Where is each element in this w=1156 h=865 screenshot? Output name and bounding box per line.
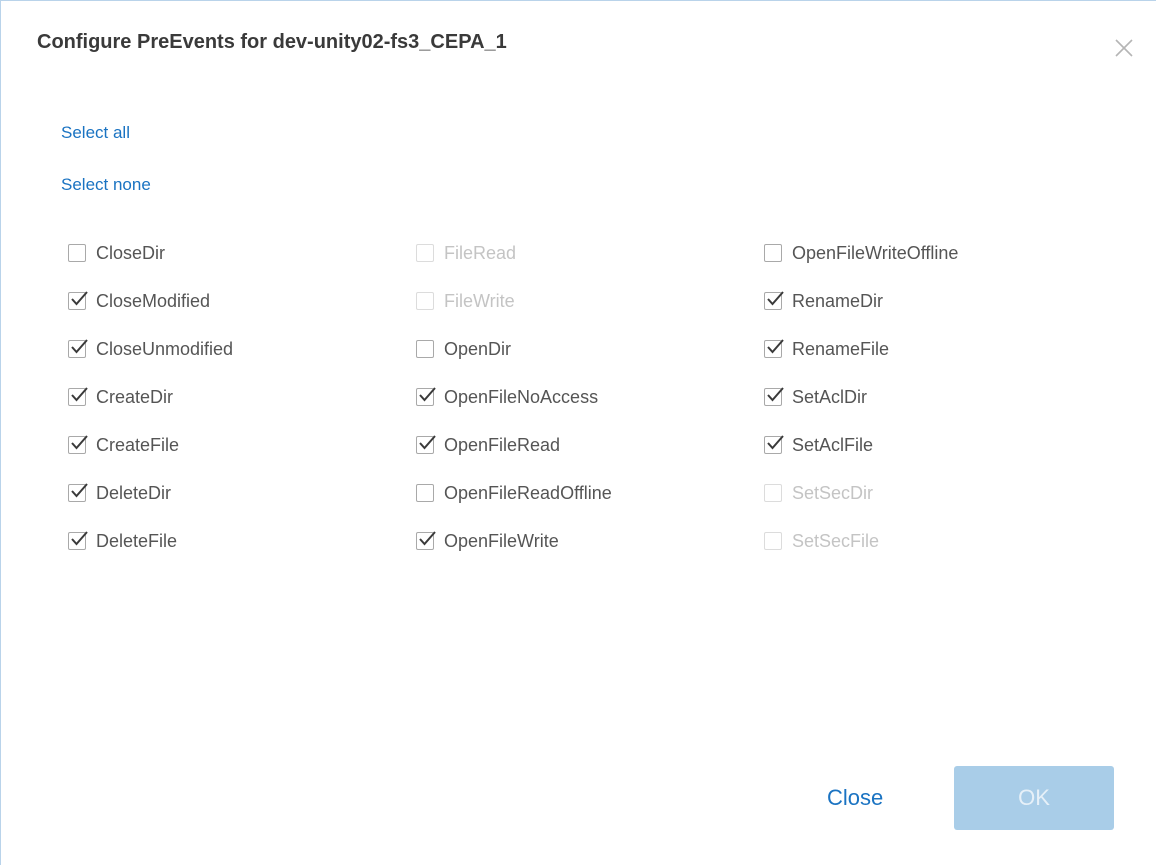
checkbox-label: CloseModified — [96, 290, 211, 311]
checkbox-row: DeleteDir OpenFileReadOffline SetSecDir — [68, 469, 1128, 517]
checkbox-checked-icon[interactable] — [68, 435, 88, 454]
checkbox-unchecked-icon — [416, 292, 434, 310]
checkbox-label: FileRead — [444, 242, 517, 263]
event-checkbox-filewrite: FileWrite — [416, 291, 764, 312]
checkbox-checked-icon[interactable] — [764, 435, 784, 454]
event-checkbox-openfilereadoffline[interactable]: OpenFileReadOffline — [416, 483, 764, 504]
event-checkbox-openfilewriteoffline[interactable]: OpenFileWriteOffline — [764, 243, 1104, 264]
event-checkbox-setaclfile[interactable]: SetAclFile — [764, 435, 1104, 456]
checkbox-label: OpenFileWrite — [444, 530, 559, 551]
select-all-link[interactable]: Select all — [61, 123, 130, 143]
event-checkbox-deletefile[interactable]: DeleteFile — [68, 531, 416, 552]
checkbox-row: CreateDir OpenFileNoAccess SetAclDir — [68, 373, 1128, 421]
ok-button[interactable]: OK — [954, 766, 1114, 830]
checkbox-label: OpenDir — [444, 338, 512, 359]
event-checkbox-closeunmodified[interactable]: CloseUnmodified — [68, 339, 416, 360]
event-checkbox-renamefile[interactable]: RenameFile — [764, 339, 1104, 360]
checkbox-checked-icon[interactable] — [68, 483, 88, 502]
event-checkbox-deletedir[interactable]: DeleteDir — [68, 483, 416, 504]
checkbox-unchecked-icon[interactable] — [416, 340, 434, 358]
checkbox-unchecked-icon — [764, 532, 782, 550]
close-x-icon[interactable] — [1113, 37, 1135, 59]
checkbox-label: CloseUnmodified — [96, 338, 234, 359]
checkbox-unchecked-icon[interactable] — [764, 244, 782, 262]
checkbox-label: OpenFileRead — [444, 434, 561, 455]
event-checkbox-grid: CloseDir FileRead OpenFileWriteOffline Clos… — [68, 229, 1128, 565]
checkbox-label: OpenFileNoAccess — [444, 386, 599, 407]
checkbox-row: CreateFile OpenFileRead SetAclFile — [68, 421, 1128, 469]
checkbox-unchecked-icon[interactable] — [416, 484, 434, 502]
checkbox-row: DeleteFile OpenFileWrite SetSecFile — [68, 517, 1128, 565]
event-checkbox-createfile[interactable]: CreateFile — [68, 435, 416, 456]
event-checkbox-opendir[interactable]: OpenDir — [416, 339, 764, 360]
event-checkbox-fileread: FileRead — [416, 243, 764, 264]
close-button[interactable]: Close — [827, 785, 883, 811]
checkbox-checked-icon[interactable] — [764, 339, 784, 358]
checkbox-checked-icon[interactable] — [416, 435, 436, 454]
checkbox-label: SetSecFile — [792, 530, 880, 551]
checkbox-unchecked-icon[interactable] — [68, 244, 86, 262]
checkbox-label: RenameDir — [792, 290, 884, 311]
checkbox-checked-icon[interactable] — [416, 531, 436, 550]
checkbox-row: CloseUnmodified OpenDir RenameFile — [68, 325, 1128, 373]
event-checkbox-closemodified[interactable]: CloseModified — [68, 291, 416, 312]
checkbox-checked-icon[interactable] — [68, 531, 88, 550]
checkbox-row: CloseDir FileRead OpenFileWriteOffline — [68, 229, 1128, 277]
checkbox-label: CreateFile — [96, 434, 180, 455]
event-checkbox-openfilewrite[interactable]: OpenFileWrite — [416, 531, 764, 552]
event-checkbox-renamedir[interactable]: RenameDir — [764, 291, 1104, 312]
select-none-link[interactable]: Select none — [61, 175, 151, 195]
checkbox-checked-icon[interactable] — [764, 291, 784, 310]
event-checkbox-closedir[interactable]: CloseDir — [68, 243, 416, 264]
checkbox-row: CloseModified FileWrite RenameDir — [68, 277, 1128, 325]
checkbox-label: OpenFileWriteOffline — [792, 242, 959, 263]
configure-preevents-dialog: Configure PreEvents for dev-unity02-fs3_… — [0, 0, 1156, 865]
event-checkbox-openfileread[interactable]: OpenFileRead — [416, 435, 764, 456]
checkbox-checked-icon[interactable] — [764, 387, 784, 406]
checkbox-label: RenameFile — [792, 338, 890, 359]
dialog-title: Configure PreEvents for dev-unity02-fs3_… — [37, 31, 507, 53]
checkbox-checked-icon[interactable] — [68, 291, 88, 310]
event-checkbox-setacldir[interactable]: SetAclDir — [764, 387, 1104, 408]
event-checkbox-setsecdir: SetSecDir — [764, 483, 1104, 504]
checkbox-checked-icon[interactable] — [68, 387, 88, 406]
checkbox-label: OpenFileReadOffline — [444, 482, 612, 503]
checkbox-label: FileWrite — [444, 290, 515, 311]
checkbox-label: SetAclFile — [792, 434, 874, 455]
checkbox-label: SetSecDir — [792, 482, 874, 503]
event-checkbox-openfilenoaccess[interactable]: OpenFileNoAccess — [416, 387, 764, 408]
checkbox-label: DeleteDir — [96, 482, 172, 503]
checkbox-unchecked-icon — [764, 484, 782, 502]
checkbox-checked-icon[interactable] — [68, 339, 88, 358]
checkbox-label: SetAclDir — [792, 386, 868, 407]
event-checkbox-createdir[interactable]: CreateDir — [68, 387, 416, 408]
event-checkbox-setsecfile: SetSecFile — [764, 531, 1104, 552]
checkbox-checked-icon[interactable] — [416, 387, 436, 406]
checkbox-label: DeleteFile — [96, 530, 178, 551]
checkbox-unchecked-icon — [416, 244, 434, 262]
checkbox-label: CloseDir — [96, 242, 166, 263]
checkbox-label: CreateDir — [96, 386, 174, 407]
